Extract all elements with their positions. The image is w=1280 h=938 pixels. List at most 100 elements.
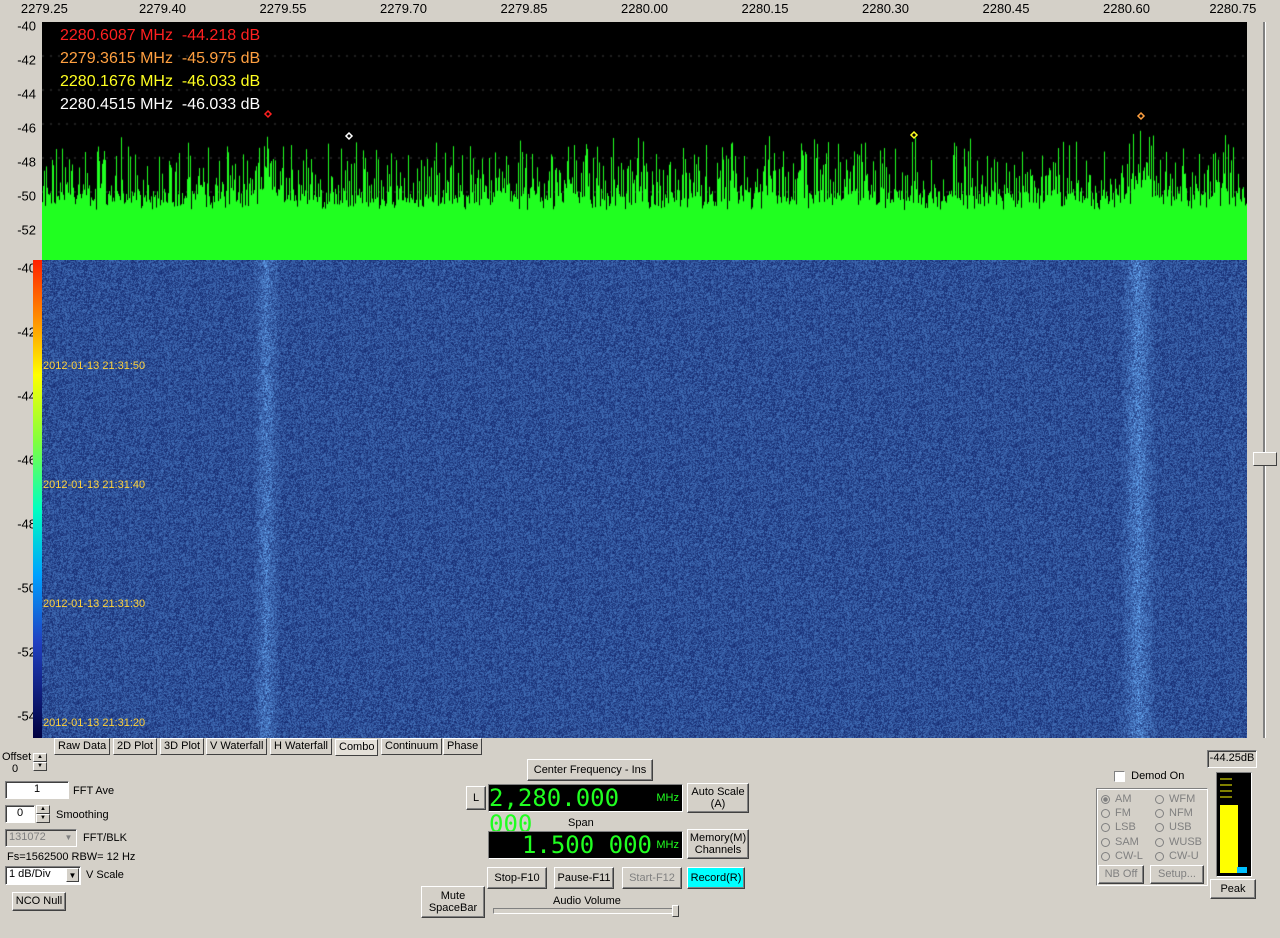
- peak-marker-icon: [344, 131, 354, 141]
- smoothing-input[interactable]: 0: [5, 805, 35, 823]
- frequency-tick-label: 2279.40: [139, 1, 186, 16]
- spin-up-icon[interactable]: ▲: [36, 805, 50, 814]
- radio-label: SAM: [1115, 836, 1139, 848]
- radio-label: WFM: [1169, 793, 1196, 805]
- radio-icon[interactable]: [1155, 837, 1164, 847]
- vscale-label: V Scale: [86, 869, 124, 881]
- fft-ave-input[interactable]: 1: [5, 781, 69, 799]
- checkbox-icon[interactable]: [1114, 770, 1125, 782]
- peak-level-meter: [1216, 772, 1252, 877]
- tab-phase[interactable]: Phase: [443, 738, 483, 755]
- radio-label: CW-L: [1115, 850, 1143, 862]
- auto-scale-button[interactable]: Auto Scale (A): [687, 783, 749, 813]
- smoothing-spinner[interactable]: ▲ ▼: [36, 805, 50, 825]
- radio-usb[interactable]: USB: [1155, 821, 1192, 833]
- tab-raw-data[interactable]: Raw Data: [54, 738, 111, 755]
- waterfall-timestamp: 2012-01-13 21:31:30: [43, 598, 146, 610]
- tab-v-waterfall[interactable]: V Waterfall: [206, 738, 268, 755]
- radio-icon[interactable]: [1155, 808, 1164, 818]
- radio-icon[interactable]: [1101, 837, 1110, 847]
- radio-label: AM: [1115, 793, 1132, 805]
- tab-3d-plot[interactable]: 3D Plot: [160, 738, 205, 755]
- waterfall-image: [42, 260, 1247, 738]
- radio-wusb[interactable]: WUSB: [1155, 836, 1202, 848]
- offset-value: 0: [12, 763, 19, 775]
- offset-spinner[interactable]: ▲ ▼: [33, 753, 47, 773]
- pause-button[interactable]: Pause-F11: [554, 867, 614, 889]
- spin-down-icon[interactable]: ▼: [33, 762, 47, 771]
- radio-label: CW-U: [1169, 850, 1199, 862]
- audio-volume-slider[interactable]: [493, 908, 679, 914]
- radio-icon[interactable]: [1155, 851, 1164, 861]
- frequency-tick-label: 2279.85: [500, 1, 548, 16]
- waterfall-timestamp: 2012-01-13 21:31:20: [43, 717, 146, 729]
- peak-level-readout: -44.25dB: [1207, 750, 1257, 768]
- peak-marker-icon: [1136, 111, 1146, 121]
- radio-nfm[interactable]: NFM: [1155, 807, 1193, 819]
- stop-button[interactable]: Stop-F10: [487, 867, 547, 889]
- radio-label: FM: [1115, 807, 1131, 819]
- start-button[interactable]: Start-F12: [622, 867, 682, 889]
- radio-icon[interactable]: [1101, 794, 1110, 804]
- waterfall-timestamp: 2012-01-13 21:31:40: [43, 479, 146, 491]
- radio-wfm[interactable]: WFM: [1155, 793, 1195, 805]
- radio-cw-u[interactable]: CW-U: [1155, 850, 1199, 862]
- vscale-select[interactable]: 1 dB/Div ▼: [5, 866, 81, 885]
- radio-icon[interactable]: [1155, 822, 1164, 832]
- radio-sam[interactable]: SAM: [1101, 836, 1139, 848]
- spin-up-icon[interactable]: ▲: [33, 753, 47, 762]
- reference-level-slider[interactable]: [1248, 22, 1280, 738]
- nb-off-button[interactable]: NB Off: [1098, 865, 1144, 884]
- peak-marker-icon: [263, 109, 273, 119]
- chevron-down-icon[interactable]: ▼: [62, 831, 75, 844]
- waterfall-timestamp: 2012-01-13 21:31:50: [43, 360, 146, 372]
- tab-combo[interactable]: Combo: [335, 739, 379, 756]
- audio-volume-thumb[interactable]: [672, 905, 679, 917]
- memory-channels-button[interactable]: Memory(M) Channels: [687, 829, 749, 859]
- radio-icon[interactable]: [1101, 808, 1110, 818]
- marker-readout-2: 2279.3615 MHz -45.975 dB: [60, 50, 261, 67]
- fft-blk-select[interactable]: 131072 ▼: [5, 829, 77, 847]
- frequency-tick-label: 2280.75: [1209, 1, 1257, 16]
- nco-null-button[interactable]: NCO Null: [12, 892, 66, 911]
- radio-lsb[interactable]: LSB: [1101, 821, 1136, 833]
- radio-am[interactable]: AM: [1101, 793, 1132, 805]
- span-display[interactable]: 1.500 000 MHz: [488, 831, 683, 859]
- record-button[interactable]: Record(R): [687, 867, 745, 889]
- radio-fm[interactable]: FM: [1101, 807, 1131, 819]
- peak-button[interactable]: Peak: [1210, 879, 1256, 899]
- audio-volume-label: Audio Volume: [553, 895, 621, 907]
- waterfall-plot[interactable]: [42, 260, 1247, 738]
- spectrum-level-tick: -46: [17, 120, 36, 136]
- slider-thumb[interactable]: [1253, 452, 1277, 466]
- waterfall-color-scale: [33, 260, 42, 738]
- slider-track: [1263, 22, 1266, 738]
- l-button[interactable]: L: [466, 786, 486, 810]
- spin-down-icon[interactable]: ▼: [36, 814, 50, 823]
- chevron-down-icon[interactable]: ▼: [66, 868, 79, 882]
- center-frequency-button[interactable]: Center Frequency - Ins: [527, 759, 653, 781]
- tab-h-waterfall[interactable]: H Waterfall: [270, 738, 332, 755]
- radio-cw-l[interactable]: CW-L: [1101, 850, 1143, 862]
- radio-icon[interactable]: [1101, 822, 1110, 832]
- center-frequency-display[interactable]: 2,280.000 000 MHz: [488, 784, 683, 837]
- spectrum-level-tick: -48: [17, 154, 36, 170]
- marker-readout-1: 2280.6087 MHz -44.218 dB: [60, 27, 261, 44]
- span-label: Span: [568, 817, 594, 829]
- radio-icon[interactable]: [1155, 794, 1164, 804]
- tab-2d-plot[interactable]: 2D Plot: [113, 738, 158, 755]
- mute-button[interactable]: Mute SpaceBar: [421, 886, 485, 918]
- radio-icon[interactable]: [1101, 851, 1110, 861]
- radio-label: NFM: [1169, 807, 1193, 819]
- demod-on-label: Demod On: [1131, 770, 1185, 782]
- marker-readout-4: 2280.4515 MHz -46.033 dB: [60, 96, 261, 113]
- peak-meter-graphic: [1220, 778, 1247, 873]
- radio-label: WUSB: [1169, 836, 1202, 848]
- demod-on-checkbox[interactable]: Demod On: [1114, 770, 1184, 782]
- center-frequency-unit: MHz: [656, 792, 679, 804]
- tab-continuum[interactable]: Continuum: [381, 738, 443, 755]
- setup-button[interactable]: Setup...: [1150, 865, 1204, 884]
- span-value: 1.500 000: [521, 831, 652, 859]
- spectrum-plot[interactable]: 2280.6087 MHz -44.218 dB 2279.3615 MHz -…: [42, 22, 1247, 260]
- frequency-axis: 2279.25 2279.40 2279.55 2279.70 2279.85 2280.…: [0, 0, 1280, 22]
